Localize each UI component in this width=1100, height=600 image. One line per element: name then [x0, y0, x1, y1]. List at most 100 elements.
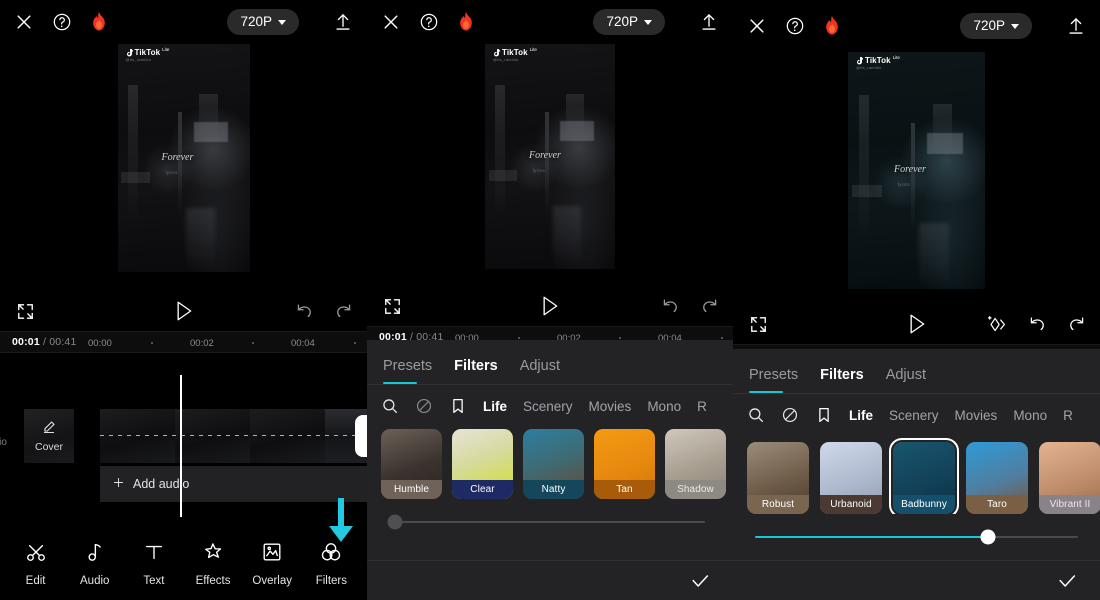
tool-filters[interactable]: Filters: [303, 541, 359, 587]
category-scenery[interactable]: Scenery: [889, 408, 939, 423]
timeline-playhead[interactable]: [180, 375, 182, 517]
resolution-selector[interactable]: 720P: [960, 13, 1032, 39]
no-filter-icon[interactable]: [415, 397, 433, 415]
tool-text[interactable]: Text: [126, 541, 182, 587]
category-mono[interactable]: Mono: [1013, 408, 1047, 423]
upload-icon[interactable]: [333, 11, 353, 33]
bookmark-icon[interactable]: [815, 406, 833, 424]
flame-icon[interactable]: [90, 11, 108, 33]
help-circle-icon[interactable]: [785, 16, 805, 36]
fullscreen-icon[interactable]: [383, 297, 402, 316]
upload-icon[interactable]: [699, 11, 719, 33]
tool-audio[interactable]: Audio: [67, 541, 123, 587]
preview-caption: Forever: [894, 164, 926, 175]
video-clip-track[interactable]: +: [100, 409, 367, 463]
add-clip-button[interactable]: +: [355, 415, 367, 457]
search-icon[interactable]: [381, 397, 399, 415]
timeline-ruler-panel1[interactable]: 00:01 / 00:41 00:00 00:02 00:04: [0, 331, 367, 353]
timeline-tracks[interactable]: udio Cover +: [0, 353, 367, 523]
tool-label: Filters: [315, 575, 348, 587]
undo-icon[interactable]: [1028, 315, 1047, 334]
keyframe-icon[interactable]: [987, 314, 1008, 335]
playback-controls-panel1: [0, 291, 367, 331]
filter-item-vibrant-ii[interactable]: Vibrant II: [1039, 442, 1100, 514]
cover-chip[interactable]: Cover: [24, 409, 74, 463]
filter-item-clear[interactable]: Clear: [452, 429, 513, 499]
flame-icon[interactable]: [823, 15, 841, 37]
play-icon[interactable]: [540, 295, 560, 317]
tool-label: Edit: [25, 575, 46, 587]
play-icon[interactable]: [174, 300, 194, 322]
picture-frame-icon: [261, 541, 283, 568]
filter-intensity-slider-panel3[interactable]: [733, 514, 1100, 560]
slider-fill: [755, 536, 988, 538]
redo-icon[interactable]: [334, 302, 353, 321]
upload-icon[interactable]: [1066, 15, 1086, 37]
close-icon[interactable]: [381, 12, 401, 32]
bookmark-icon[interactable]: [449, 397, 467, 415]
category-mono[interactable]: Mono: [647, 399, 681, 414]
filter-intensity-slider-panel2[interactable]: [367, 499, 733, 545]
category-retro[interactable]: R: [1063, 408, 1073, 423]
category-scenery[interactable]: Scenery: [523, 399, 573, 414]
fullscreen-icon[interactable]: [749, 315, 768, 334]
tab-presets[interactable]: Presets: [749, 367, 798, 393]
no-filter-icon[interactable]: [781, 406, 799, 424]
resolution-selector[interactable]: 720P: [593, 9, 665, 35]
panel-filter-applied: 720P TikTok Lite @its_ramiiilo Forever l…: [733, 0, 1100, 600]
slider-track[interactable]: [755, 529, 1078, 545]
filter-category-row[interactable]: Life Scenery Movies Mono R: [733, 394, 1100, 436]
check-icon[interactable]: [689, 570, 711, 592]
clip-dashed-separator: [100, 435, 367, 436]
filter-thumbnail-row-panel2[interactable]: Humble Clear Natty Tan Shadow: [367, 427, 733, 499]
play-icon[interactable]: [907, 313, 927, 335]
watermark-suffix: Lite: [892, 54, 900, 60]
video-preview-panel3: TikTok Lite @its_ramiiilo Forever lyrics: [733, 52, 1100, 289]
check-icon[interactable]: [1056, 570, 1078, 592]
close-icon[interactable]: [747, 16, 767, 36]
filter-item-natty[interactable]: Natty: [523, 429, 584, 499]
slider-knob[interactable]: [980, 529, 996, 545]
preview-caption: Forever: [161, 152, 194, 163]
watermark-name: TikTok: [134, 48, 161, 57]
filter-item-robust[interactable]: Robust: [747, 442, 809, 514]
category-movies[interactable]: Movies: [955, 408, 998, 423]
tab-filters[interactable]: Filters: [454, 358, 498, 384]
redo-icon[interactable]: [1067, 315, 1086, 334]
filter-item-tan[interactable]: Tan: [594, 429, 655, 499]
slider-knob[interactable]: [387, 514, 403, 530]
tab-adjust[interactable]: Adjust: [520, 358, 560, 384]
filter-item-shadow[interactable]: Shadow: [665, 429, 726, 499]
filter-thumbnail-row-panel3[interactable]: Robust Urbanoid Badbunny Taro Vibrant II: [733, 436, 1100, 514]
tab-adjust[interactable]: Adjust: [886, 367, 926, 393]
category-retro[interactable]: R: [697, 399, 707, 414]
filter-sheet-panel2: Presets Filters Adjust Life Scenery Movi…: [367, 340, 733, 600]
help-circle-icon[interactable]: [52, 12, 72, 32]
time-separator: /: [42, 336, 47, 348]
add-audio-track[interactable]: Add audio: [100, 466, 367, 502]
filter-item-humble[interactable]: Humble: [381, 429, 442, 499]
fullscreen-icon[interactable]: [16, 302, 35, 321]
cover-label: Cover: [34, 440, 63, 453]
tool-effects[interactable]: Effects: [185, 541, 241, 587]
filter-item-urbanoid[interactable]: Urbanoid: [820, 442, 882, 514]
redo-icon[interactable]: [700, 297, 719, 316]
help-circle-icon[interactable]: [419, 12, 439, 32]
resolution-selector[interactable]: 720P: [227, 9, 299, 35]
filter-item-badbunny[interactable]: Badbunny: [889, 438, 959, 514]
flame-icon[interactable]: [457, 11, 475, 33]
tab-filters[interactable]: Filters: [820, 367, 864, 393]
filter-category-row[interactable]: Life Scenery Movies Mono R: [367, 385, 733, 427]
filter-item-taro[interactable]: Taro: [966, 442, 1028, 514]
tab-presets[interactable]: Presets: [383, 358, 432, 384]
undo-icon[interactable]: [295, 302, 314, 321]
category-life[interactable]: Life: [483, 399, 507, 414]
category-life[interactable]: Life: [849, 408, 873, 423]
slider-track[interactable]: [387, 514, 705, 530]
close-icon[interactable]: [14, 12, 34, 32]
search-icon[interactable]: [747, 406, 765, 424]
category-movies[interactable]: Movies: [589, 399, 632, 414]
tool-overlay[interactable]: Overlay: [244, 541, 300, 587]
undo-icon[interactable]: [661, 297, 680, 316]
tool-edit[interactable]: Edit: [8, 541, 64, 587]
